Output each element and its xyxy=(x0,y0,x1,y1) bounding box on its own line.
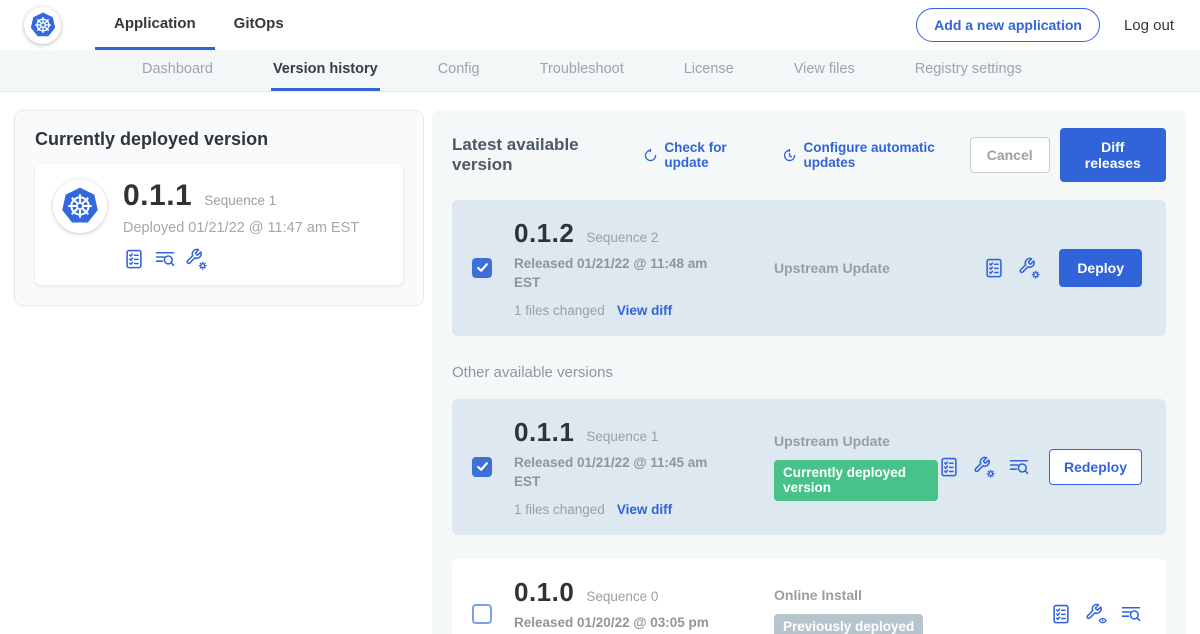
version-number: 0.1.1 xyxy=(123,179,192,213)
edit-config-icon[interactable] xyxy=(185,248,207,270)
redeploy-button[interactable]: Redeploy xyxy=(1049,449,1142,485)
edit-config-icon[interactable] xyxy=(1018,257,1040,279)
release-notes-icon[interactable] xyxy=(938,456,960,478)
diff-icon[interactable] xyxy=(1120,603,1142,625)
sequence-label: Sequence 1 xyxy=(204,193,276,208)
deployed-version-details: 0.1.1 Sequence 1 Deployed 01/21/22 @ 11:… xyxy=(123,179,359,270)
subnav-tab-dashboard[interactable]: Dashboard xyxy=(140,50,215,91)
version-info: 0.1.1 Sequence 1 Released 01/21/22 @ 11:… xyxy=(514,417,726,517)
version-source: Upstream Update Currently deployed versi… xyxy=(774,433,938,501)
deploy-button[interactable]: Deploy xyxy=(1059,249,1142,287)
previously-deployed-badge: Previously deployed xyxy=(774,614,923,634)
tab-gitops[interactable]: GitOps xyxy=(215,0,303,50)
top-nav: Application GitOps Add a new application… xyxy=(0,0,1200,50)
available-versions-panel: Latest available version Check for updat… xyxy=(432,110,1186,634)
files-changed-label: 1 files changed xyxy=(514,502,605,517)
version-source: Online Install Previously deployed xyxy=(774,587,1050,634)
version-number: 0.1.1 xyxy=(514,417,574,448)
version-info: 0.1.2 Sequence 2 Released 01/21/22 @ 11:… xyxy=(514,218,726,318)
logout-button[interactable]: Log out xyxy=(1124,17,1174,34)
sequence-label: Sequence 1 xyxy=(586,429,658,444)
source-label: Upstream Update xyxy=(774,260,983,276)
other-available-versions-title: Other available versions xyxy=(452,364,1166,381)
released-timestamp: Released 01/21/22 @ 11:48 am EST xyxy=(514,255,709,293)
app-icon xyxy=(53,179,107,233)
configure-automatic-updates-link[interactable]: Configure automatic updates xyxy=(782,140,969,170)
subnav-tab-config[interactable]: Config xyxy=(436,50,482,91)
release-notes-icon[interactable] xyxy=(983,257,1005,279)
app-sub-nav: Dashboard Version history Config Trouble… xyxy=(0,50,1200,92)
diff-icon[interactable] xyxy=(154,248,176,270)
deployed-timestamp: Deployed 01/21/22 @ 11:47 am EST xyxy=(123,220,359,236)
subnav-tab-troubleshoot[interactable]: Troubleshoot xyxy=(538,50,626,91)
version-row-0-1-0: 0.1.0 Sequence 0 Released 01/20/22 @ 03:… xyxy=(452,559,1166,634)
sequence-label: Sequence 0 xyxy=(586,589,658,604)
view-diff-link[interactable]: View diff xyxy=(617,502,672,517)
source-label: Online Install xyxy=(774,587,1050,603)
schedule-icon xyxy=(782,147,797,164)
kubernetes-icon xyxy=(28,10,58,40)
version-row-0-1-1: 0.1.1 Sequence 1 Released 01/21/22 @ 11:… xyxy=(452,399,1166,535)
release-notes-icon[interactable] xyxy=(123,248,145,270)
diff-icon[interactable] xyxy=(1008,456,1030,478)
current-version-panel: Currently deployed version 0.1.1 Sequenc… xyxy=(14,110,424,306)
version-source: Upstream Update xyxy=(774,260,983,276)
files-changed-label: 1 files changed xyxy=(514,303,605,318)
kubernetes-icon xyxy=(58,184,102,228)
subnav-tab-registry-settings[interactable]: Registry settings xyxy=(913,50,1024,91)
available-versions-header: Latest available version Check for updat… xyxy=(452,128,1166,182)
released-timestamp: Released 01/20/22 @ 03:05 pm EST xyxy=(514,614,709,634)
configure-automatic-updates-label: Configure automatic updates xyxy=(803,140,969,170)
sequence-label: Sequence 2 xyxy=(586,230,658,245)
released-timestamp: Released 01/21/22 @ 11:45 am EST xyxy=(514,454,709,492)
subnav-tab-view-files[interactable]: View files xyxy=(792,50,857,91)
version-number: 0.1.0 xyxy=(514,577,574,608)
check-for-update-label: Check for update xyxy=(664,140,762,170)
version-actions: Deploy xyxy=(983,249,1142,287)
source-label: Upstream Update xyxy=(774,433,938,449)
subnav-tab-version-history[interactable]: Version history xyxy=(271,50,380,91)
view-diff-link[interactable]: View diff xyxy=(617,303,672,318)
version-info: 0.1.0 Sequence 0 Released 01/20/22 @ 03:… xyxy=(514,577,726,634)
latest-available-title: Latest available version xyxy=(452,135,623,175)
refresh-icon xyxy=(643,147,658,164)
version-checkbox[interactable] xyxy=(472,604,492,624)
current-version-title: Currently deployed version xyxy=(35,129,403,150)
version-actions: Redeploy xyxy=(938,449,1142,485)
edit-config-icon[interactable] xyxy=(973,456,995,478)
diff-releases-button[interactable]: Diff releases xyxy=(1060,128,1166,182)
version-checkbox[interactable] xyxy=(472,457,492,477)
currently-deployed-badge: Currently deployed version xyxy=(774,460,938,501)
deployed-version-card: 0.1.1 Sequence 1 Deployed 01/21/22 @ 11:… xyxy=(35,164,403,285)
view-config-icon[interactable] xyxy=(1085,603,1107,625)
checkmark-icon xyxy=(476,460,489,473)
add-application-button[interactable]: Add a new application xyxy=(916,8,1100,42)
checkmark-icon xyxy=(476,261,489,274)
check-for-update-link[interactable]: Check for update xyxy=(643,140,762,170)
subnav-tab-license[interactable]: License xyxy=(682,50,736,91)
content-area: Currently deployed version 0.1.1 Sequenc… xyxy=(0,92,1200,634)
version-checkbox[interactable] xyxy=(472,258,492,278)
cancel-button[interactable]: Cancel xyxy=(970,137,1050,173)
app-logo xyxy=(24,7,61,44)
version-row-0-1-2: 0.1.2 Sequence 2 Released 01/21/22 @ 11:… xyxy=(452,200,1166,336)
version-number: 0.1.2 xyxy=(514,218,574,249)
version-actions xyxy=(1050,603,1142,625)
release-notes-icon[interactable] xyxy=(1050,603,1072,625)
tab-application[interactable]: Application xyxy=(95,0,215,50)
